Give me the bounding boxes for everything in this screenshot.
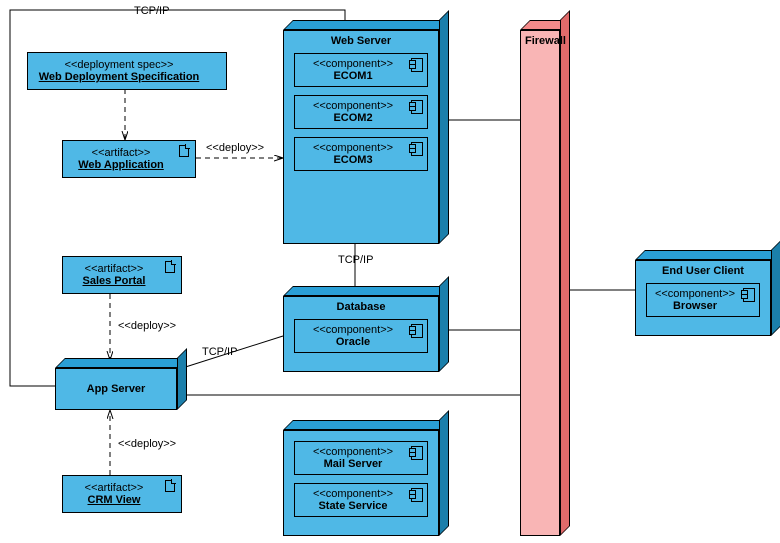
component-icon [409, 488, 423, 500]
label-deploy-sales: <<deploy>> [118, 320, 176, 332]
component-name: Oracle [301, 336, 405, 348]
component-ecom1: <<component>> ECOM1 [294, 53, 428, 87]
node-title: App Server [56, 369, 176, 409]
stereotype-label: <<component>> [653, 288, 737, 300]
stereotype-label: <<component>> [301, 446, 405, 458]
stereotype-label: <<component>> [301, 100, 405, 112]
node-app-server: App Server [55, 358, 177, 410]
artifact-crm-view: <<artifact>> CRM View [62, 475, 182, 513]
stereotype-label: <<artifact>> [71, 263, 157, 275]
label-deploy-crm: <<deploy>> [118, 438, 176, 450]
stereotype-label: <<component>> [301, 488, 405, 500]
document-icon [179, 145, 189, 157]
component-name: Browser [653, 300, 737, 312]
document-icon [165, 480, 175, 492]
stereotype-label: <<component>> [301, 142, 405, 154]
component-name: Mail Server [301, 458, 405, 470]
artifact-web-application: <<artifact>> Web Application [62, 140, 196, 178]
component-name: ECOM1 [301, 70, 405, 82]
component-oracle: <<component>> Oracle [294, 319, 428, 353]
artifact-name: Web Application [71, 159, 171, 171]
component-icon [409, 142, 423, 154]
component-browser: <<component>> Browser [646, 283, 760, 317]
label-deploy-webapp: <<deploy>> [206, 142, 264, 154]
component-name: ECOM3 [301, 154, 405, 166]
component-ecom3: <<component>> ECOM3 [294, 137, 428, 171]
node-end-user-client: End User Client <<component>> Browser [635, 250, 771, 336]
component-icon [409, 100, 423, 112]
artifact-name: CRM View [71, 494, 157, 506]
label-tcpip-app-db: TCP/IP [202, 346, 237, 358]
stereotype-label: <<component>> [301, 324, 405, 336]
component-icon [409, 58, 423, 70]
component-ecom2: <<component>> ECOM2 [294, 95, 428, 129]
node-title: Firewall [521, 31, 559, 53]
label-tcpip-top: TCP/IP [134, 5, 169, 17]
node-firewall: Firewall [520, 20, 560, 536]
artifact-sales-portal: <<artifact>> Sales Portal [62, 256, 182, 294]
node-web-server: Web Server <<component>> ECOM1 <<compone… [283, 20, 439, 244]
deployment-diagram: TCP/IP <<deploy>> TCP/IP <<deploy>> <<de… [0, 0, 780, 543]
stereotype-label: <<artifact>> [71, 147, 171, 159]
artifact-name: Web Deployment Specification [36, 71, 202, 83]
node-title: Web Server [284, 31, 438, 53]
stereotype-label: <<artifact>> [71, 482, 157, 494]
stereotype-label: <<deployment spec>> [36, 59, 202, 71]
document-icon [165, 261, 175, 273]
node-database: Database <<component>> Oracle [283, 286, 439, 372]
node-title: Database [284, 297, 438, 319]
component-icon [741, 288, 755, 300]
component-state-service: <<component>> State Service [294, 483, 428, 517]
label-tcpip-ws-db: TCP/IP [338, 254, 373, 266]
node-services: <<component>> Mail Server <<component>> … [283, 420, 439, 536]
artifact-web-deployment-spec: <<deployment spec>> Web Deployment Speci… [27, 52, 227, 90]
node-title: End User Client [636, 261, 770, 283]
stereotype-label: <<component>> [301, 58, 405, 70]
component-icon [409, 446, 423, 458]
component-name: State Service [301, 500, 405, 512]
component-mail-server: <<component>> Mail Server [294, 441, 428, 475]
artifact-name: Sales Portal [71, 275, 157, 287]
component-name: ECOM2 [301, 112, 405, 124]
component-icon [409, 324, 423, 336]
